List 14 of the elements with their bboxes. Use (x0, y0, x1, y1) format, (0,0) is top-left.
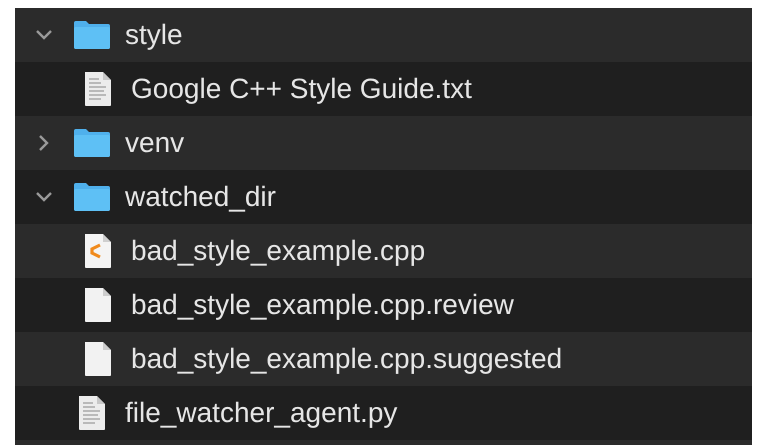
chevron-down-icon[interactable] (35, 29, 53, 41)
text-document-icon (77, 395, 107, 431)
folder-icon (73, 128, 111, 158)
folder-icon (73, 182, 111, 212)
text-document-icon (83, 71, 113, 107)
folder-name[interactable]: style (125, 19, 183, 51)
folder-name[interactable]: watched_dir (125, 181, 276, 213)
code-file-icon (83, 233, 113, 269)
blank-file-icon (83, 341, 113, 377)
folder-icon (73, 20, 111, 50)
folder-name[interactable]: venv (125, 127, 184, 159)
chevron-right-icon[interactable] (38, 134, 50, 152)
blank-file-icon (83, 287, 113, 323)
chevron-down-icon[interactable] (35, 191, 53, 203)
